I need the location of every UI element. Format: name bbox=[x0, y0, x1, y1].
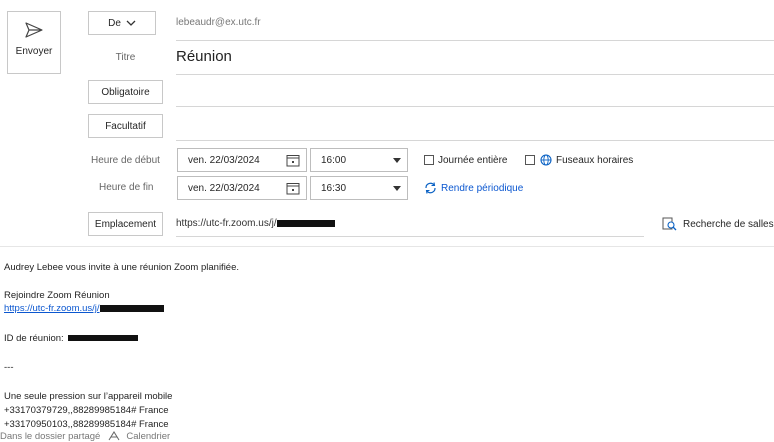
required-attendees-button[interactable]: Obligatoire bbox=[88, 80, 163, 104]
optional-attendees-input[interactable] bbox=[176, 140, 774, 141]
redacted-text bbox=[68, 335, 139, 342]
join-link[interactable]: https://utc-fr.zoom.us/j/ bbox=[4, 303, 164, 314]
redacted-text bbox=[276, 219, 335, 227]
from-divider bbox=[176, 40, 774, 41]
start-time-label: Heure de début bbox=[91, 155, 160, 166]
all-day-label: Journée entière bbox=[438, 155, 508, 166]
redacted-text bbox=[99, 304, 164, 312]
globe-icon bbox=[540, 154, 552, 166]
meeting-id: ID de réunion: bbox=[4, 333, 139, 344]
room-search-button[interactable]: Recherche de salles bbox=[662, 217, 774, 231]
title-label: Titre bbox=[115, 52, 136, 63]
recurring-icon bbox=[425, 182, 436, 194]
send-button[interactable]: Envoyer bbox=[7, 11, 61, 74]
from-label: De bbox=[108, 17, 121, 29]
location-button[interactable]: Emplacement bbox=[88, 212, 163, 236]
calendar-folder-icon bbox=[108, 431, 120, 441]
phone-number-2: +33170950103,,88289985184# France bbox=[4, 419, 169, 430]
all-day-checkbox[interactable] bbox=[424, 155, 434, 165]
optional-attendees-button[interactable]: Facultatif bbox=[88, 114, 163, 138]
room-search-icon bbox=[662, 217, 677, 231]
send-icon bbox=[25, 22, 43, 38]
calendar-label[interactable]: Calendrier bbox=[126, 431, 170, 442]
end-time-select[interactable]: 16:30 bbox=[310, 176, 408, 200]
separator-text: --- bbox=[4, 362, 14, 373]
phone-number-1: +33170379729,,88289985184# France bbox=[4, 405, 169, 416]
required-attendees-input[interactable] bbox=[176, 106, 774, 107]
shared-folder-label: Dans le dossier partagé bbox=[0, 430, 101, 442]
join-label: Rejoindre Zoom Réunion bbox=[4, 290, 110, 301]
meeting-id-label: ID de réunion: bbox=[4, 333, 64, 344]
footer-bar: Dans le dossier partagé Calendrier bbox=[0, 430, 300, 442]
mobile-label: Une seule pression sur l’appareil mobile bbox=[4, 391, 173, 402]
calendar-icon bbox=[286, 154, 300, 166]
from-button[interactable]: De bbox=[88, 11, 156, 35]
timezones-label: Fuseaux horaires bbox=[556, 155, 634, 166]
from-address: lebeaudr@ex.utc.fr bbox=[176, 17, 261, 28]
join-link-text[interactable]: https://utc-fr.zoom.us/j/ bbox=[4, 303, 100, 314]
title-input[interactable]: Réunion bbox=[176, 45, 772, 69]
invite-text: Audrey Lebee vous invite à une réunion Z… bbox=[4, 262, 240, 273]
location-input[interactable]: https://utc-fr.zoom.us/j/ bbox=[176, 218, 335, 229]
room-search-label: Recherche de salles bbox=[683, 218, 774, 230]
start-time-value: 16:00 bbox=[321, 154, 347, 166]
start-time-select[interactable]: 16:00 bbox=[310, 148, 408, 172]
chevron-down-icon bbox=[126, 20, 136, 26]
title-divider bbox=[176, 74, 774, 75]
calendar-icon bbox=[286, 182, 300, 194]
dropdown-arrow-icon bbox=[393, 157, 401, 163]
end-date-picker[interactable]: ven. 22/03/2024 bbox=[177, 176, 307, 200]
recurring-button[interactable]: Rendre périodique bbox=[424, 182, 523, 194]
start-date-value: ven. 22/03/2024 bbox=[188, 154, 260, 166]
location-value: https://utc-fr.zoom.us/j/ bbox=[176, 218, 277, 229]
timezones-checkbox[interactable] bbox=[525, 155, 535, 165]
end-time-value: 16:30 bbox=[321, 182, 347, 194]
dropdown-arrow-icon bbox=[393, 185, 401, 191]
location-divider bbox=[176, 236, 644, 237]
send-label: Envoyer bbox=[15, 46, 53, 57]
header-body-divider bbox=[0, 246, 774, 247]
end-time-label: Heure de fin bbox=[99, 182, 154, 193]
end-date-value: ven. 22/03/2024 bbox=[188, 182, 260, 194]
recurring-label: Rendre périodique bbox=[441, 182, 524, 194]
start-date-picker[interactable]: ven. 22/03/2024 bbox=[177, 148, 307, 172]
